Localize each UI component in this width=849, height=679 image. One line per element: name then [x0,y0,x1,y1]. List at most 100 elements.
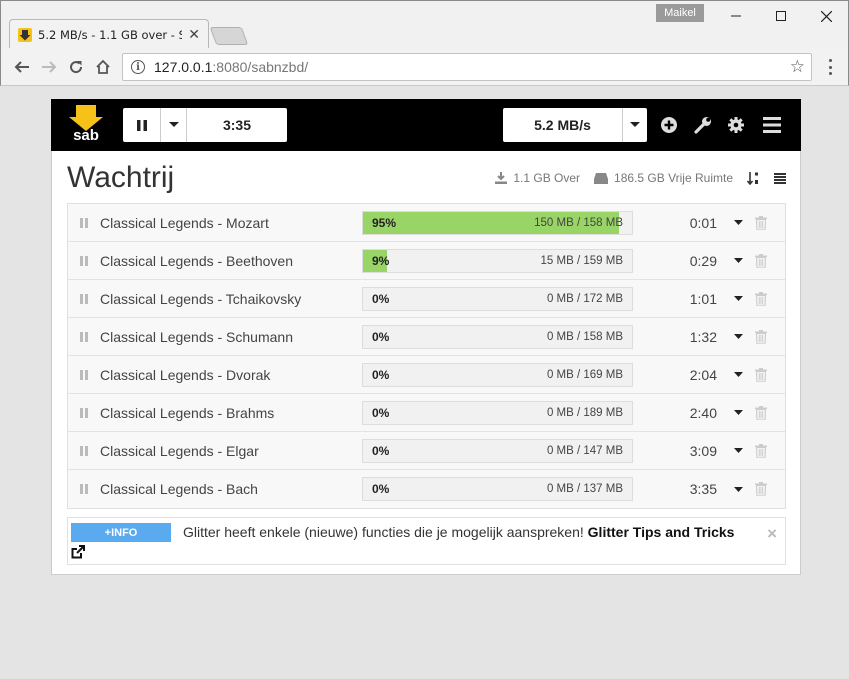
site-info-icon[interactable]: i [131,60,145,74]
row-pause-button[interactable] [68,331,100,342]
delete-job-button[interactable] [743,405,779,420]
minimize-icon [731,15,741,17]
row-options-button[interactable] [719,258,743,263]
job-name[interactable]: Classical Legends - Brahms [100,405,362,421]
browser-tab[interactable]: 5.2 MB/s - 1.1 GB over - S ✕ [9,19,209,49]
tab-close-icon[interactable]: ✕ [188,26,200,43]
queue-row: Classical Legends - Elgar 0% 0 MB / 147 … [68,432,785,470]
delete-job-button[interactable] [743,291,779,306]
row-options-button[interactable] [719,448,743,453]
job-name[interactable]: Classical Legends - Dvorak [100,367,362,383]
pause-icon [80,407,88,418]
delete-job-button[interactable] [743,482,779,496]
url-path: :8080/sabnzbd/ [212,59,309,75]
row-pause-button[interactable] [68,369,100,380]
browser-menu-icon[interactable] [825,57,835,77]
add-nzb-button[interactable] [657,113,681,137]
progress-bar: 0% 0 MB / 189 MB [362,400,633,425]
pause-icon [136,119,147,131]
caret-down-icon [734,486,743,492]
progress-percent: 95% [372,215,397,230]
window-close-button[interactable] [803,1,849,31]
settings-button[interactable] [724,113,748,137]
reload-button[interactable] [65,56,87,78]
sort-button[interactable] [747,171,760,185]
sabnzbd-logo[interactable]: sab [67,105,105,143]
progress-size: 0 MB / 172 MB [546,292,623,305]
job-name[interactable]: Classical Legends - Mozart [100,215,362,231]
progress-bar: 0% 0 MB / 172 MB [362,286,633,311]
delete-job-button[interactable] [743,253,779,268]
job-time-left: 0:29 [689,252,717,269]
row-pause-button[interactable] [68,445,100,456]
info-badge: +INFO [71,523,171,542]
row-pause-button[interactable] [68,484,100,494]
pause-button[interactable] [123,108,161,142]
row-options-button[interactable] [719,486,743,492]
progress-percent: 0% [372,291,390,306]
row-pause-button[interactable] [68,255,100,266]
job-name[interactable]: Classical Legends - Elgar [100,443,362,459]
job-name[interactable]: Classical Legends - Bach [100,481,362,497]
progress-size: 0 MB / 169 MB [546,368,623,381]
trash-icon [755,443,767,458]
list-icon [774,172,786,184]
job-name[interactable]: Classical Legends - Schumann [100,329,362,345]
row-pause-button[interactable] [68,217,100,228]
remaining-text: 1.1 GB Over [513,171,581,185]
pause-icon [80,255,88,266]
close-icon [820,10,832,22]
job-time-left: 1:01 [689,290,717,307]
queue-row: Classical Legends - Schumann 0% 0 MB / 1… [68,318,785,356]
bookmark-star-icon[interactable]: ☆ [790,57,805,77]
caret-down-icon [734,258,743,263]
speed-value[interactable]: 5.2 MB/s [503,108,623,142]
delete-job-button[interactable] [743,215,779,230]
back-button[interactable] [11,56,33,78]
plus-circle-icon [661,117,677,133]
row-pause-button[interactable] [68,293,100,304]
browser-titlebar: 5.2 MB/s - 1.1 GB over - S ✕ Maikel [0,0,849,49]
row-options-button[interactable] [719,220,743,225]
tools-button[interactable] [691,113,715,137]
notice-close-icon[interactable]: × [767,524,777,544]
home-icon [96,59,110,74]
row-options-button[interactable] [719,372,743,377]
progress-size: 15 MB / 159 MB [540,254,623,267]
svg-text:sab: sab [73,127,99,143]
progress-bar: 0% 0 MB / 169 MB [362,362,633,387]
trash-icon [755,253,767,268]
row-options-button[interactable] [719,296,743,301]
job-name[interactable]: Classical Legends - Tchaikovsky [100,291,362,307]
queue-row: Classical Legends - Tchaikovsky 0% 0 MB … [68,280,785,318]
tips-link[interactable]: Glitter Tips and Tricks [588,524,735,540]
trash-icon [755,291,767,306]
delete-job-button[interactable] [743,367,779,382]
sab-header: sab 3:35 5.2 MB/s [51,99,801,151]
main-menu-button[interactable] [760,113,784,137]
progress-size: 0 MB / 147 MB [546,444,623,457]
time-left: 3:35 [222,117,252,133]
home-button[interactable] [92,56,114,78]
job-name[interactable]: Classical Legends - Beethoven [100,253,362,269]
speed-dropdown-button[interactable] [623,108,647,142]
notice-text: Glitter heeft enkele (nieuwe) functies d… [183,524,734,540]
maximize-button[interactable] [758,1,804,31]
delete-job-button[interactable] [743,329,779,344]
new-tab-button[interactable] [209,27,249,45]
row-options-button[interactable] [719,410,743,415]
pause-dropdown-button[interactable] [161,108,187,142]
address-bar[interactable]: i 127.0.0.1:8080/sabnzbd/ ☆ [122,53,812,81]
row-pause-button[interactable] [68,407,100,418]
minimize-button[interactable] [713,1,759,31]
compact-view-button[interactable] [774,172,786,184]
delete-job-button[interactable] [743,443,779,458]
profile-badge[interactable]: Maikel [656,4,704,22]
queue-row: Classical Legends - Beethoven 9% 15 MB /… [68,242,785,280]
forward-button[interactable] [38,56,60,78]
progress-percent: 0% [372,443,390,458]
row-options-button[interactable] [719,334,743,339]
caret-down-icon [734,296,743,301]
external-link-icon[interactable] [71,545,85,559]
caret-down-icon [734,372,743,377]
